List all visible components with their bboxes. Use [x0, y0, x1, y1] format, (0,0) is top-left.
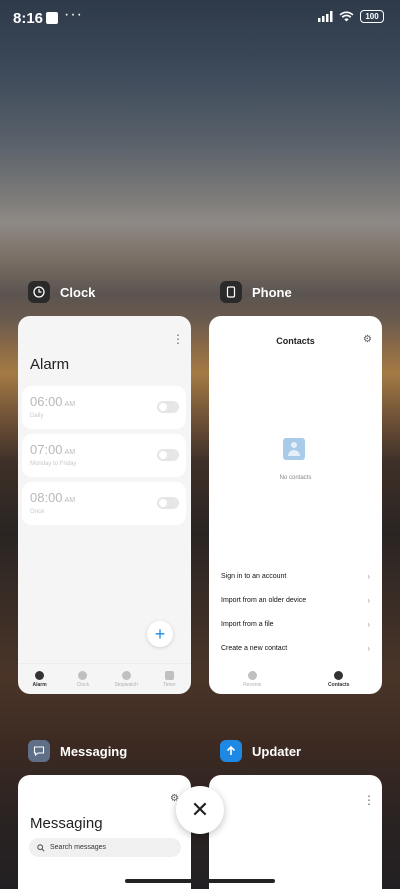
phone-tab-bar: Recents Contacts [209, 664, 382, 694]
tab-alarm[interactable]: Alarm [18, 664, 61, 694]
clock-icon [78, 670, 88, 680]
messaging-title: Messaging [30, 815, 103, 832]
more-options-icon: ⋮ [172, 332, 184, 346]
chevron-right-icon: › [367, 595, 370, 605]
no-contacts-text: No contacts [279, 475, 312, 481]
tab-clock[interactable]: Clock [61, 664, 104, 694]
tab-contacts[interactable]: Contacts [296, 664, 383, 694]
alarm-toggle[interactable] [157, 497, 179, 509]
chevron-right-icon: › [367, 619, 370, 629]
alarm-title: Alarm [30, 356, 70, 373]
messaging-app-header[interactable]: Messaging [28, 740, 127, 762]
search-icon [37, 843, 45, 852]
battery-icon: 100 [360, 10, 384, 23]
alarm-repeat: Monday to Friday [30, 461, 77, 467]
alarm-item[interactable]: 08:00 AM Once [22, 482, 186, 525]
alarm-time: 07:00 AM [30, 442, 76, 457]
alarm-toggle[interactable] [157, 449, 179, 461]
alarm-time: 06:00 AM [30, 394, 76, 409]
chevron-right-icon: › [367, 571, 370, 581]
search-input[interactable]: Search messages [29, 838, 181, 857]
add-alarm-button[interactable]: + [147, 621, 173, 647]
phone-app-header[interactable]: Phone [220, 281, 292, 303]
clock-app-name: Clock [60, 284, 96, 300]
import-older-device-option[interactable]: Import from an older device › [221, 590, 370, 610]
phone-app-name: Phone [252, 284, 292, 300]
status-bar: 8:16 ··· 100 [0, 0, 400, 36]
contacts-title: Contacts [276, 336, 315, 346]
alarm-icon [35, 670, 45, 680]
clock-tab-bar: Alarm Clock Stopwatch Timer [18, 663, 191, 694]
alarm-item[interactable]: 07:00 AM Monday to Friday [22, 434, 186, 477]
messaging-app-card[interactable]: ⚙ Messaging Search messages [18, 775, 191, 889]
messaging-app-name: Messaging [60, 743, 128, 759]
clock-app-icon [28, 281, 50, 303]
sign-in-option[interactable]: Sign in to an account › [221, 566, 370, 586]
tab-timer[interactable]: Timer [148, 664, 191, 694]
updater-app-card[interactable]: ⋮ [209, 775, 382, 889]
notification-icon [46, 12, 58, 24]
phone-app-card[interactable]: Contacts ⚙ No contacts Sign in to an acc… [209, 316, 382, 694]
status-time: 8:16 [13, 10, 44, 27]
home-indicator[interactable] [125, 879, 275, 883]
more-notifications-icon: ··· [64, 6, 83, 23]
alarm-toggle[interactable] [157, 401, 179, 413]
updater-app-icon [220, 740, 242, 762]
signal-icon [318, 11, 333, 22]
alarm-time: 08:00 AM [30, 490, 76, 505]
clock-app-header[interactable]: Clock [28, 281, 95, 303]
hourglass-icon [164, 670, 174, 680]
chevron-right-icon: › [367, 643, 370, 653]
phone-icon [247, 670, 257, 680]
wifi-icon [339, 11, 354, 22]
contact-placeholder-icon [283, 438, 305, 460]
phone-app-icon [220, 281, 242, 303]
tab-recents[interactable]: Recents [209, 664, 296, 694]
more-options-icon: ⋮ [363, 793, 375, 807]
updater-app-header[interactable]: Updater [220, 740, 301, 762]
tab-stopwatch[interactable]: Stopwatch [105, 664, 148, 694]
settings-icon[interactable]: ⚙ [363, 334, 372, 345]
create-contact-option[interactable]: Create a new contact › [221, 638, 370, 658]
alarm-repeat: Daily [30, 413, 44, 419]
person-icon [334, 670, 344, 680]
messaging-app-icon [28, 740, 50, 762]
stopwatch-icon [121, 670, 131, 680]
alarm-repeat: Once [30, 509, 45, 515]
alarm-item[interactable]: 06:00 AM Daily [22, 386, 186, 429]
import-file-option[interactable]: Import from a file › [221, 614, 370, 634]
clear-all-button[interactable]: ✕ [176, 786, 224, 834]
updater-app-name: Updater [252, 743, 302, 759]
clock-app-card[interactable]: ⋮ Alarm 06:00 AM Daily 07:00 AM Monday to … [18, 316, 191, 694]
